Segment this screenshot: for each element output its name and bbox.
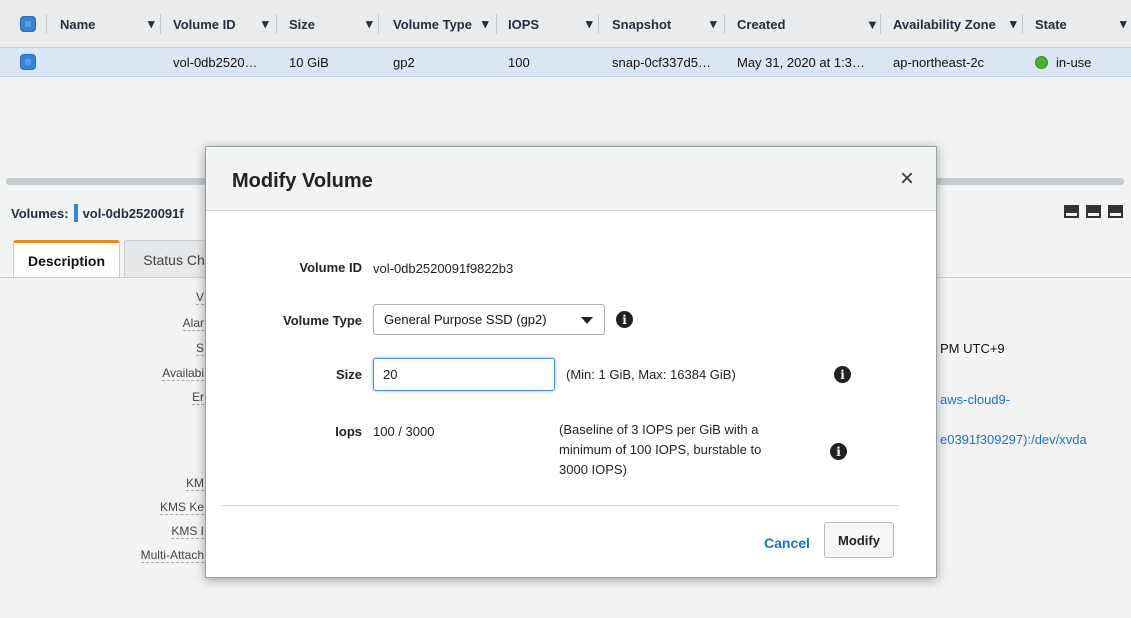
volume-type-label: Volume Type (283, 313, 362, 328)
iops-note: (Baseline of 3 IOPS per GiB with a minim… (559, 420, 761, 480)
info-icon[interactable]: i (830, 443, 847, 460)
dialog-title: Modify Volume (232, 170, 373, 192)
size-note: (Min: 1 GiB, Max: 16384 GiB) (566, 367, 736, 382)
size-label: Size (335, 367, 362, 382)
modify-button[interactable]: Modify (824, 522, 894, 558)
dialog-footer-divider (222, 505, 900, 506)
dropdown-caret-icon (581, 317, 593, 324)
iops-value: 100 / 3000 (373, 424, 435, 439)
modify-volume-dialog: Modify Volume × Volume ID vol-0db2520091… (205, 146, 937, 578)
cancel-button[interactable]: Cancel (764, 535, 810, 551)
info-icon[interactable]: i (834, 366, 851, 383)
iops-note-line: minimum of 100 IOPS, burstable to (559, 442, 762, 457)
volume-type-select[interactable]: General Purpose SSD (gp2) (373, 304, 605, 335)
volume-id-label: Volume ID (299, 260, 362, 275)
iops-note-line: 3000 IOPS) (559, 462, 627, 477)
info-icon[interactable]: i (616, 311, 633, 328)
close-icon[interactable]: × (900, 167, 914, 191)
size-input[interactable] (373, 358, 555, 391)
volume-id-value: vol-0db2520091f9822b3 (373, 261, 514, 276)
iops-label: Iops (335, 424, 362, 439)
volume-type-selected: General Purpose SSD (gp2) (384, 312, 547, 327)
iops-note-line: (Baseline of 3 IOPS per GiB with a (559, 422, 759, 437)
dialog-header: Modify Volume × (206, 147, 936, 211)
